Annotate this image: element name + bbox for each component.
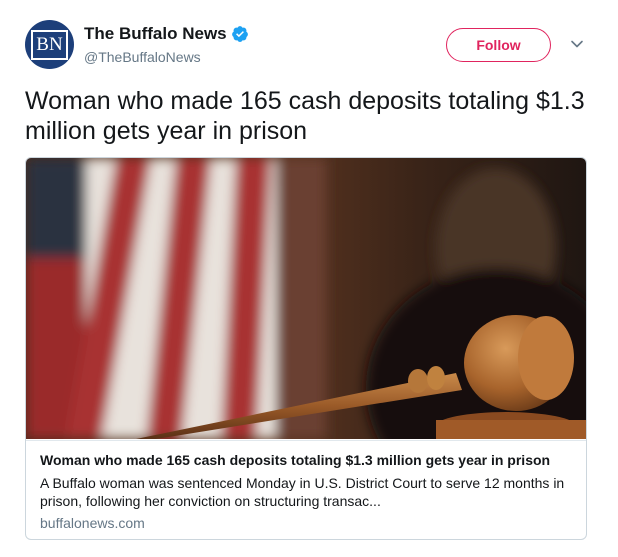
account-name[interactable]: The Buffalo News: [84, 24, 249, 44]
flag-background: [26, 158, 326, 439]
chevron-down-icon[interactable]: [570, 37, 584, 51]
tweet-text: Woman who made 165 cash deposits totalin…: [25, 87, 585, 145]
account-handle[interactable]: @TheBuffaloNews: [84, 49, 201, 65]
card-title: Woman who made 165 cash deposits totalin…: [40, 452, 551, 468]
tweet-header: BN The Buffalo News @TheBuffaloNews Foll…: [25, 20, 595, 72]
link-card[interactable]: Woman who made 165 cash deposits totalin…: [25, 157, 587, 540]
card-description: A Buffalo woman was sentenced Monday in …: [40, 475, 565, 509]
avatar-logo: BN: [31, 29, 68, 60]
avatar[interactable]: BN: [25, 20, 74, 69]
card-image[interactable]: [26, 158, 586, 439]
verified-badge-icon: [231, 26, 248, 42]
card-domain: buffalonews.com: [40, 515, 145, 531]
follow-button[interactable]: Follow: [446, 28, 551, 62]
card-body[interactable]: Woman who made 165 cash deposits totalin…: [26, 440, 586, 539]
account-name-text: The Buffalo News: [84, 24, 227, 43]
